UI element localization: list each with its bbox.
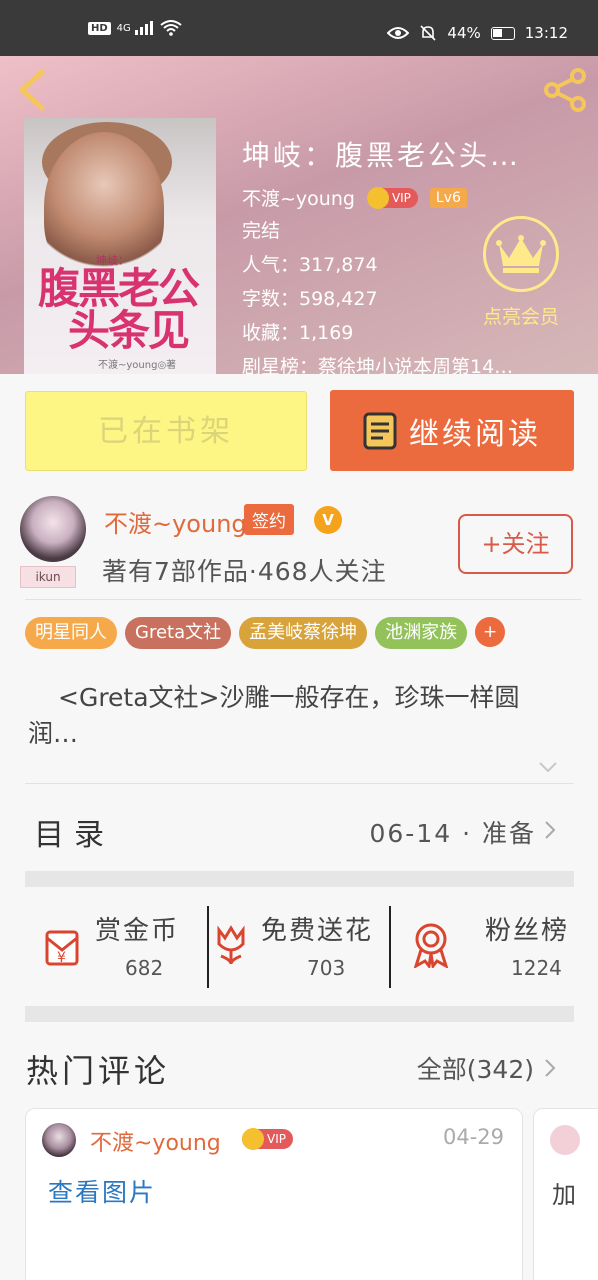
book-description[interactable]: <Greta文社>沙雕一般存在，珍珠一样圆润…: [28, 680, 568, 752]
battery-icon: [490, 26, 515, 40]
divider: [25, 783, 574, 784]
chevron-right-icon: [545, 821, 556, 839]
signal-icon: 4G: [117, 21, 154, 35]
add-tag-button[interactable]: +: [475, 617, 506, 647]
cover-author: 不渡~young◎著: [98, 360, 177, 371]
tag-item[interactable]: 明星同人: [25, 617, 117, 649]
vip-badge: VIP: [366, 186, 418, 209]
cover-title-line2: 头条见: [68, 306, 190, 355]
status-right: 44% 13:12: [387, 24, 568, 42]
chevron-right-icon[interactable]: [544, 1058, 556, 1078]
verified-badge: V: [314, 506, 342, 534]
book-title: 坤岐：腹黑老公头…: [242, 139, 522, 172]
author-card: ikun 不渡~young 签约 V 著有7部作品·468人关注 +关注: [0, 486, 598, 598]
stat-flowers-label: 免费送花: [261, 916, 374, 946]
status-left: HD 4G: [88, 20, 182, 36]
stat-fans-value: 1224: [511, 956, 562, 980]
tag-list: 明星同人 Greta文社 孟美岐蔡徐坤 池渊家族 +: [25, 617, 506, 649]
tag-item[interactable]: 池渊家族: [375, 617, 468, 649]
stat-coins-label: 赏金币: [95, 916, 180, 946]
chevron-down-icon[interactable]: [538, 760, 558, 774]
book-author-row: 不渡~young VIP Lv6: [242, 184, 582, 211]
catalog-label: 目录: [34, 818, 114, 853]
book-cover[interactable]: 坤岐： 腹黑老公 头条见 不渡~young◎著: [24, 118, 216, 374]
eye-icon: [387, 27, 410, 39]
tag-item[interactable]: 孟美岐蔡徐坤: [239, 617, 368, 649]
vip-label: VIP: [391, 190, 411, 205]
comment-card[interactable]: 不渡~young VIP 04-29 查看图片: [25, 1108, 523, 1280]
comment-text: 加: [552, 1181, 576, 1209]
stat-flowers-value: 703: [307, 956, 346, 980]
clock: 13:12: [524, 24, 568, 42]
flower-icon: [217, 925, 245, 965]
vip-badge: VIP: [242, 1128, 293, 1150]
continue-reading-label: 继续阅读: [409, 416, 541, 452]
stat-coins-value: 682: [125, 956, 164, 980]
section-separator: [25, 1006, 574, 1022]
level-badge: Lv6: [429, 187, 467, 208]
book-header: 坤岐： 腹黑老公 头条见 不渡~young◎著 坤岐：腹黑老公头… 不渡~you…: [0, 56, 598, 374]
svg-text:¥: ¥: [57, 950, 66, 966]
book-ranking[interactable]: 剧星榜：蔡徐坤小说本周第14…: [242, 353, 582, 374]
divider: [25, 599, 581, 600]
latest-chapter: 06-14 · 准备: [369, 819, 536, 848]
member-button[interactable]: 点亮会员: [466, 216, 576, 329]
gift-coin-icon: ¥: [45, 930, 79, 966]
share-button[interactable]: [542, 68, 590, 112]
comment-avatar[interactable]: [42, 1123, 76, 1157]
chevron-left-icon: [19, 69, 45, 111]
member-crown-circle: [483, 216, 559, 292]
book-author[interactable]: 不渡~young: [242, 184, 355, 211]
battery-percent: 44%: [447, 24, 481, 42]
all-comments-link[interactable]: 全部(342): [417, 1050, 534, 1086]
hd-indicator: HD: [88, 21, 111, 35]
comment-card[interactable]: 加: [533, 1108, 598, 1280]
follow-button[interactable]: +关注: [458, 514, 573, 574]
status-bar: HD 4G 44% 13:12: [0, 0, 598, 56]
crown-icon: [496, 235, 546, 273]
share-icon: [544, 68, 586, 112]
bell-muted-icon: [420, 25, 436, 41]
author-stats: 著有7部作品·468人关注: [102, 557, 387, 586]
avatar-tag: ikun: [20, 566, 76, 588]
comment-user[interactable]: 不渡~young: [90, 1125, 221, 1157]
catalog-row[interactable]: 目录 06-14 · 准备: [0, 804, 598, 858]
view-image-link[interactable]: 查看图片: [48, 1173, 156, 1209]
hot-comments-header: 热门评论 全部(342): [0, 1042, 598, 1092]
stat-fans[interactable]: 粉丝榜 1224: [391, 904, 574, 988]
on-shelf-button[interactable]: 已在书架: [25, 391, 307, 471]
comment-date: 04-29: [442, 1125, 504, 1149]
stat-fans-label: 粉丝榜: [485, 916, 570, 946]
hot-comments-title: 热门评论: [26, 1052, 171, 1090]
comment-avatar[interactable]: [550, 1125, 580, 1155]
stat-coins[interactable]: ¥ 赏金币 682: [25, 904, 207, 988]
book-icon: [363, 412, 397, 449]
author-name[interactable]: 不渡~young: [104, 504, 247, 539]
medal-icon: [413, 923, 449, 968]
avatar[interactable]: [20, 496, 86, 562]
signed-badge: 签约: [244, 504, 294, 535]
section-separator: [25, 871, 574, 887]
tag-item[interactable]: Greta文社: [125, 617, 232, 649]
reward-stats: ¥ 赏金币 682 免费送花 703 粉丝榜 1224: [25, 904, 574, 988]
back-button[interactable]: [14, 68, 54, 112]
crown-icon: [366, 186, 389, 209]
wifi-icon: [160, 20, 182, 36]
continue-reading-button[interactable]: 继续阅读: [330, 390, 574, 471]
crown-icon: [242, 1128, 264, 1150]
vip-label: VIP: [267, 1132, 286, 1146]
member-label: 点亮会员: [482, 306, 559, 328]
stat-flowers[interactable]: 免费送花 703: [209, 904, 389, 988]
